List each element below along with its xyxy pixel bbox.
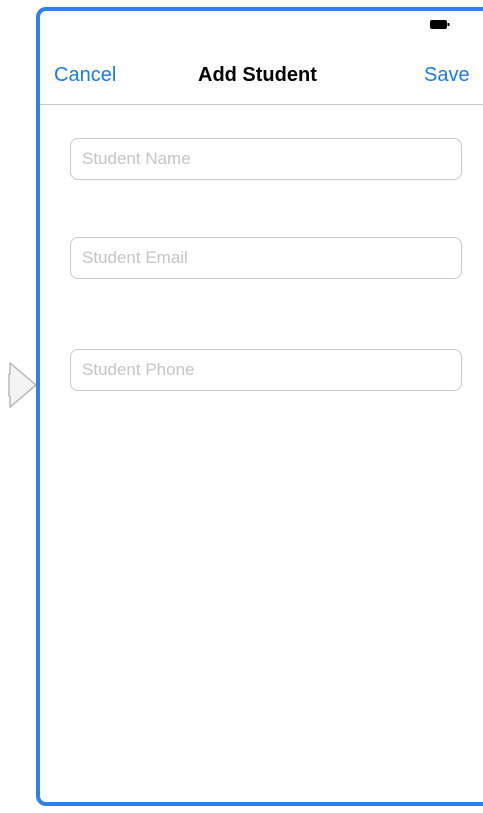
save-button[interactable]: Save xyxy=(424,63,470,87)
student-email-field[interactable] xyxy=(70,237,462,279)
nav-title: Add Student xyxy=(198,64,317,86)
add-student-scene[interactable]: Cancel Add Student Save xyxy=(36,7,483,806)
storyboard-canvas: Cancel Add Student Save xyxy=(0,0,483,813)
cancel-button[interactable]: Cancel xyxy=(54,63,116,87)
student-phone-field[interactable] xyxy=(70,349,462,391)
battery-icon xyxy=(430,20,450,29)
student-name-field[interactable] xyxy=(70,138,462,180)
initial-view-controller-arrow-icon xyxy=(8,362,37,408)
status-bar xyxy=(40,11,483,33)
navigation-bar: Cancel Add Student Save xyxy=(40,33,483,105)
